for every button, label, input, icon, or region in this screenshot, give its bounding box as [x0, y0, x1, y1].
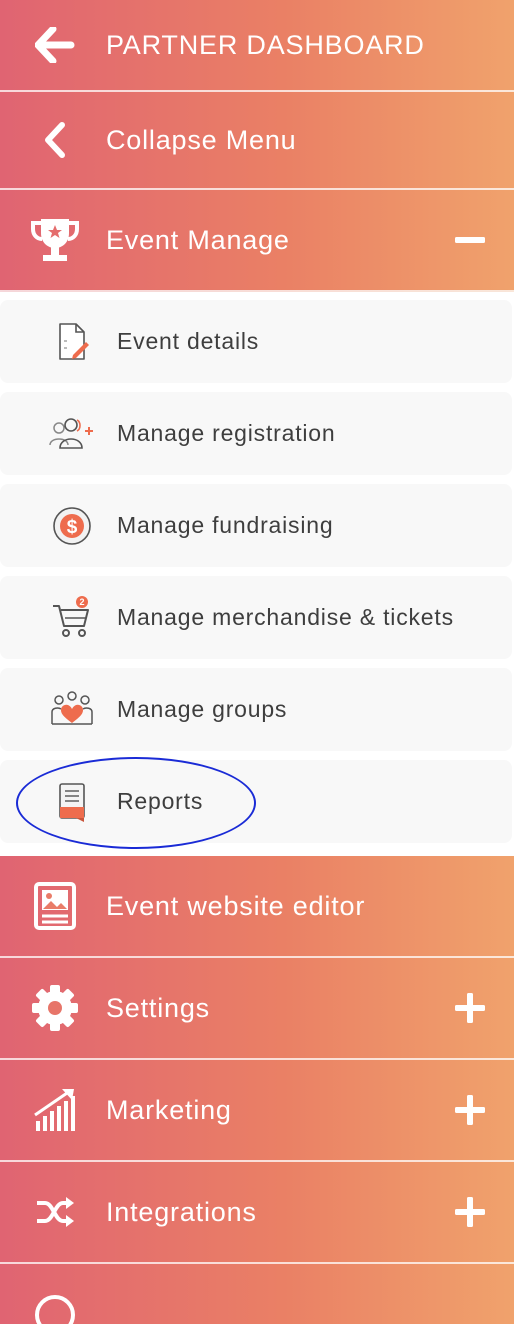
- partner-dashboard-header[interactable]: PARTNER DASHBOARD: [0, 0, 514, 92]
- submenu-item-manage-groups[interactable]: Manage groups: [0, 668, 512, 751]
- gear-icon: [26, 979, 84, 1037]
- submenu-item-manage-fundraising[interactable]: $ Manage fundraising: [0, 484, 512, 567]
- plus-icon[interactable]: [454, 1094, 486, 1126]
- plus-icon[interactable]: [454, 1196, 486, 1228]
- minus-icon[interactable]: [454, 224, 486, 256]
- chevron-left-icon: [26, 111, 84, 169]
- submenu-item-reports[interactable]: Reports: [0, 760, 512, 843]
- submenu-item-label: Event details: [117, 328, 260, 354]
- settings-label: Settings: [106, 992, 210, 1023]
- submenu-item-label: Reports: [117, 788, 204, 814]
- submenu-item-label: Manage registration: [117, 420, 336, 446]
- next-menu-item-partial[interactable]: [0, 1264, 514, 1335]
- shuffle-icon: [26, 1183, 84, 1241]
- event-website-editor-label: Event website editor: [106, 890, 366, 921]
- website-image-icon: [26, 877, 84, 935]
- submenu-item-manage-merchandise[interactable]: 2 Manage merchandise & tickets: [0, 576, 512, 659]
- add-users-icon: [48, 410, 96, 458]
- marketing-item[interactable]: Marketing: [0, 1060, 514, 1162]
- submenu-item-label: Manage merchandise & tickets: [117, 604, 454, 630]
- document-edit-icon: [48, 318, 96, 366]
- event-manage-submenu: Event details Manage registration $ Mana…: [0, 292, 514, 858]
- cart-badge-count: 2: [79, 597, 84, 607]
- trophy-icon: [26, 211, 84, 269]
- settings-item[interactable]: Settings: [0, 958, 514, 1060]
- partner-dashboard-title: PARTNER DASHBOARD: [106, 29, 425, 60]
- growth-chart-icon: [26, 1081, 84, 1139]
- integrations-item[interactable]: Integrations: [0, 1162, 514, 1264]
- group-heart-icon: [48, 686, 96, 734]
- submenu-item-event-details[interactable]: Event details: [0, 300, 512, 383]
- event-manage-toggle[interactable]: Event Manage: [0, 190, 514, 292]
- shopping-cart-icon: 2: [48, 594, 96, 642]
- event-website-editor-item[interactable]: Event website editor: [0, 856, 514, 958]
- report-icon: [48, 778, 96, 826]
- collapse-menu-label: Collapse Menu: [106, 124, 297, 155]
- collapse-menu-button[interactable]: Collapse Menu: [0, 92, 514, 190]
- marketing-label: Marketing: [106, 1094, 232, 1125]
- arrow-left-icon[interactable]: [26, 16, 84, 74]
- event-manage-label: Event Manage: [106, 224, 290, 255]
- circle-icon: [26, 1286, 84, 1344]
- submenu-item-label: Manage fundraising: [117, 512, 334, 538]
- integrations-label: Integrations: [106, 1196, 257, 1227]
- plus-icon[interactable]: [454, 992, 486, 1024]
- dollar-coin-icon: $: [48, 502, 96, 550]
- svg-text:$: $: [67, 517, 78, 538]
- submenu-item-manage-registration[interactable]: Manage registration: [0, 392, 512, 475]
- submenu-item-label: Manage groups: [117, 696, 288, 722]
